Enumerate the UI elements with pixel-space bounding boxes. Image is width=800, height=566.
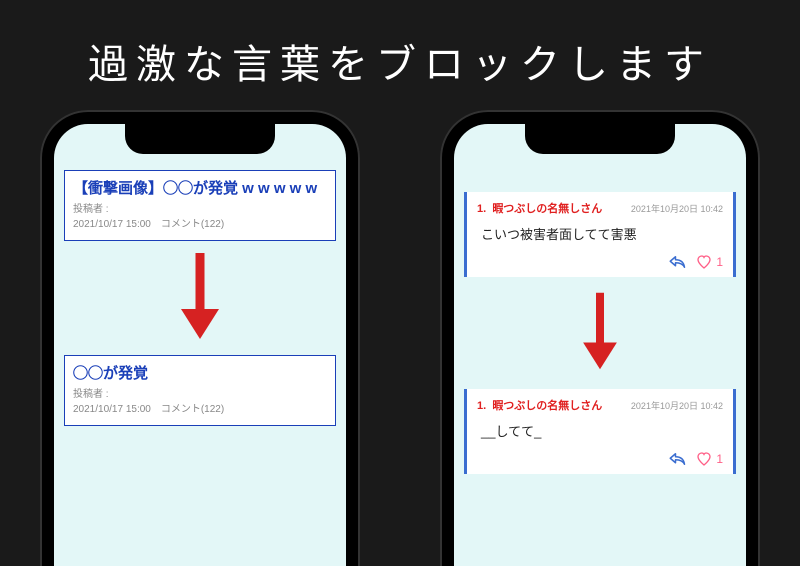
arrow-down-icon <box>54 251 346 341</box>
comment-username: 1. 暇つぶしの名無しさん <box>477 397 602 413</box>
post-title: 【衝撃画像】◯◯が発覚 w w w w w <box>73 177 327 198</box>
post-card-before[interactable]: 【衝撃画像】◯◯が発覚 w w w w w 投稿者 : 2021/10/17 1… <box>64 170 336 241</box>
like-button[interactable]: 1 <box>696 451 723 467</box>
reply-icon[interactable] <box>668 450 686 468</box>
phone-screen-left: 【衝撃画像】◯◯が発覚 w w w w w 投稿者 : 2021/10/17 1… <box>54 124 346 566</box>
arrow-down-icon <box>454 291 746 371</box>
phone-screen-right: 1. 暇つぶしの名無しさん 2021年10月20日 10:42 こいつ被害者面し… <box>454 124 746 566</box>
stage: 過激な言葉をブロックします 【衝撃画像】◯◯が発覚 w w w w w 投稿者 … <box>0 0 800 566</box>
comment-timestamp: 2021年10月20日 10:42 <box>631 399 723 412</box>
phone-frame-right: 1. 暇つぶしの名無しさん 2021年10月20日 10:42 こいつ被害者面し… <box>440 110 760 566</box>
like-count: 1 <box>716 452 723 466</box>
like-button[interactable]: 1 <box>696 254 723 270</box>
phone-frame-left: 【衝撃画像】◯◯が発覚 w w w w w 投稿者 : 2021/10/17 1… <box>40 110 360 566</box>
post-title: ◯◯が発覚 <box>73 362 327 383</box>
reply-icon[interactable] <box>668 253 686 271</box>
post-author-label: 投稿者 : <box>73 202 327 217</box>
post-card-after[interactable]: ◯◯が発覚 投稿者 : 2021/10/17 15:00 コメント(122) <box>64 355 336 426</box>
comment-body: __してて_ <box>477 421 723 440</box>
comment-body: こいつ被害者面してて害悪 <box>477 224 723 243</box>
post-meta: 2021/10/17 15:00 コメント(122) <box>73 402 327 417</box>
comment-card-before: 1. 暇つぶしの名無しさん 2021年10月20日 10:42 こいつ被害者面し… <box>464 192 736 277</box>
comment-card-after: 1. 暇つぶしの名無しさん 2021年10月20日 10:42 __してて_ 1 <box>464 389 736 474</box>
phone-notch <box>125 124 275 154</box>
comment-timestamp: 2021年10月20日 10:42 <box>631 202 723 215</box>
phone-notch <box>525 124 675 154</box>
comment-username: 1. 暇つぶしの名無しさん <box>477 200 602 216</box>
headline: 過激な言葉をブロックします <box>0 32 800 90</box>
like-count: 1 <box>716 255 723 269</box>
post-meta: 2021/10/17 15:00 コメント(122) <box>73 217 327 232</box>
post-author-label: 投稿者 : <box>73 387 327 402</box>
